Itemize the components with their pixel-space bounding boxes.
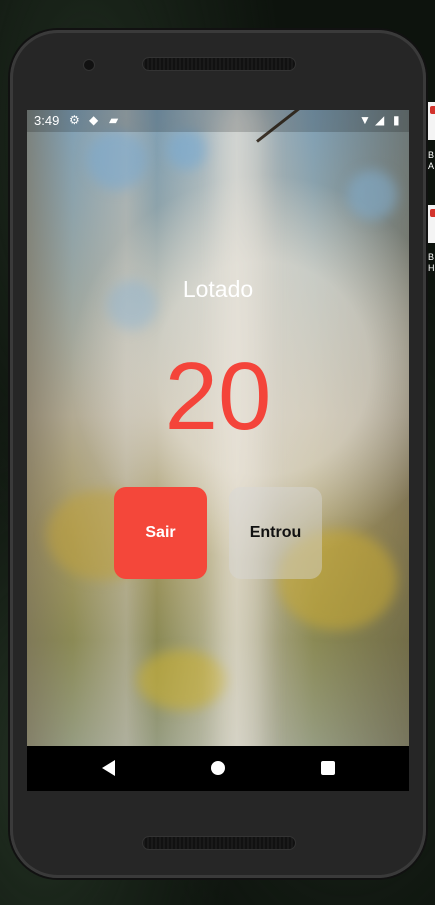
- enter-button[interactable]: Entrou: [229, 487, 322, 579]
- bokeh-light: [137, 650, 227, 710]
- recents-icon[interactable]: [321, 761, 335, 775]
- people-counter: 20: [164, 343, 272, 450]
- front-camera: [83, 59, 95, 71]
- exit-button-label: Sair: [145, 524, 176, 541]
- thumbnail-icon: [430, 106, 435, 114]
- bokeh-light: [347, 170, 397, 220]
- occupancy-status: Lotado: [182, 276, 254, 302]
- status-bar: 3:49 ⚙ ◆ ▰ ▼ ◢ ▮: [27, 110, 409, 132]
- status-clock: 3:49: [34, 113, 60, 128]
- battery-icon: ▮: [393, 113, 400, 127]
- sd-card-icon: ▰: [109, 113, 119, 127]
- thumbnail-icon: [430, 209, 435, 217]
- top-speaker: [142, 57, 296, 71]
- side-thumbnail-1-label: BA: [428, 150, 435, 171]
- side-thumbnail-2[interactable]: [427, 205, 435, 243]
- bottom-speaker: [142, 836, 296, 850]
- app-screen: 3:49 ⚙ ◆ ▰ ▼ ◢ ▮ Lotado 20 Sair Entrou: [27, 110, 409, 790]
- home-icon[interactable]: [211, 761, 225, 775]
- bokeh-light: [167, 130, 207, 170]
- phone-frame: 3:49 ⚙ ◆ ▰ ▼ ◢ ▮ Lotado 20 Sair Entrou: [10, 30, 426, 878]
- enter-button-label: Entrou: [249, 524, 302, 541]
- back-icon[interactable]: [102, 760, 115, 776]
- exit-button[interactable]: Sair: [114, 487, 207, 579]
- shield-icon: ◆: [89, 113, 99, 127]
- bokeh-light: [87, 130, 147, 190]
- wifi-icon: ▼: [359, 113, 371, 127]
- side-thumbnail-1[interactable]: [427, 102, 435, 140]
- navigation-bar: [27, 746, 409, 791]
- signal-icon: ◢: [375, 113, 385, 127]
- side-thumbnail-2-label: BH: [428, 252, 435, 273]
- settings-icon: ⚙: [69, 113, 80, 127]
